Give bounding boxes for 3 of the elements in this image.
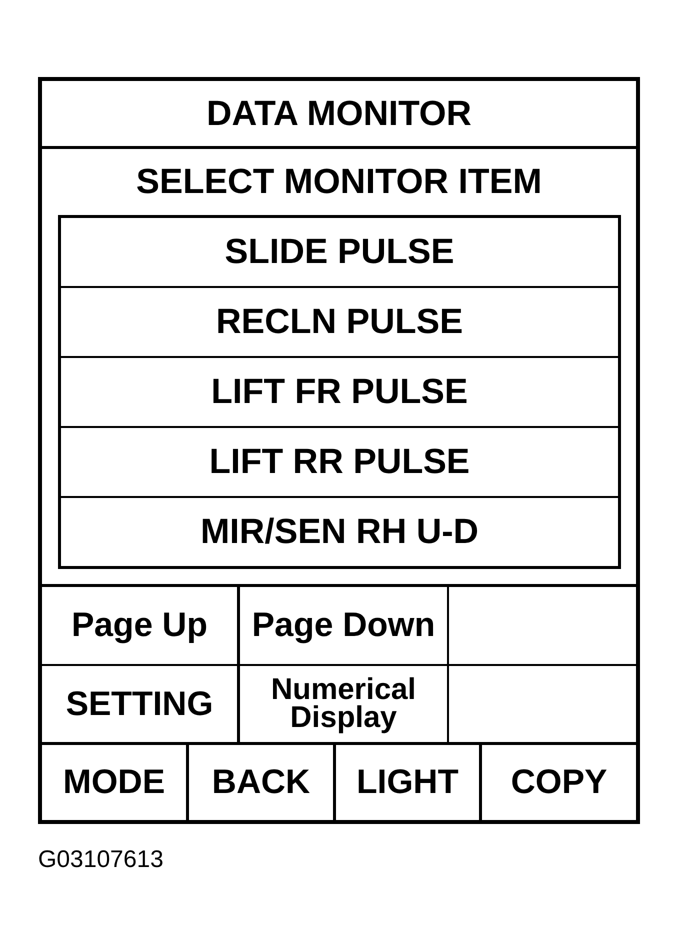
figure-id: G03107613 <box>38 846 164 874</box>
window-title: DATA MONITOR <box>42 81 636 149</box>
prompt-text: SELECT MONITOR ITEM <box>135 161 543 203</box>
